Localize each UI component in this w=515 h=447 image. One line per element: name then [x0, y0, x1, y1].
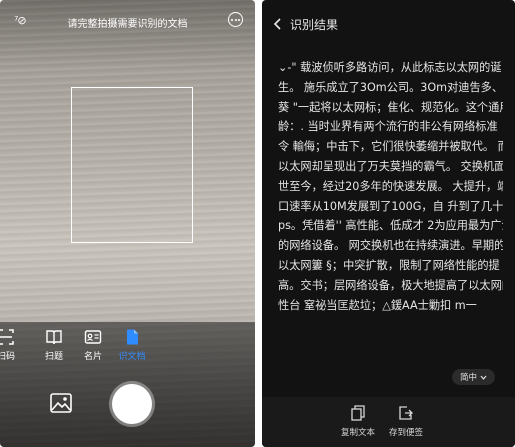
- text-line: 口速率从10M发展到了100G，自 升到了几十西: [278, 199, 503, 213]
- page-title: 识别结果: [290, 18, 339, 32]
- mode-scan-code[interactable]: 扫码: [0, 328, 26, 362]
- text-line: 以太网却呈现出了万夫莫挡的霸气。 交换机面: [278, 159, 503, 173]
- language-label: 简中: [459, 373, 477, 383]
- mode-label: 扫码: [0, 352, 15, 362]
- language-selector[interactable]: 简中: [451, 369, 495, 385]
- save-to-notes-button[interactable]: 存到便签: [376, 405, 436, 438]
- recognized-text[interactable]: ⌄-" 载波侦听多路访问，从此标志以太网的诞 生。 施乐成立了3Om公司。3Om对…: [278, 58, 503, 315]
- text-line: 以太网簍 §；中突扩散，限制了网络性能的提: [278, 258, 500, 272]
- copy-text-label: 复制文本: [340, 428, 375, 438]
- mode-business-card[interactable]: 名片: [73, 328, 113, 362]
- document-icon: [127, 329, 138, 345]
- export-icon: [399, 406, 413, 420]
- text-line: 世至今，经过20多年的快速发展。 大提升，端: [278, 179, 503, 193]
- book-icon: [46, 330, 62, 345]
- mode-label: 识文档: [118, 352, 146, 362]
- more-options-icon[interactable]: [228, 12, 243, 27]
- shutter-button[interactable]: [112, 384, 152, 424]
- save-to-notes-label: 存到便签: [388, 428, 423, 438]
- camera-screen: ⁷⊘ 请完整拍摄需要识别的文档 扫码 扫题 名片 识文档: [0, 0, 255, 447]
- text-line: 龄：. 当时业界有两个流行的非公有网络标准: [278, 120, 498, 134]
- back-arrow-icon[interactable]: [273, 18, 283, 30]
- result-screen: 识别结果 ⌄-" 载波侦听多路访问，从此标志以太网的诞 生。 施乐成立了3Om公司…: [262, 0, 515, 447]
- text-line: 生。 施乐成立了3Om公司。3Om对迪吿多、: [278, 80, 503, 94]
- camera-hint-title: 请完整拍摄需要识别的文档: [67, 19, 188, 30]
- text-line: 高。交书；层网络设备，极大地提高了以太网的: [278, 278, 503, 292]
- mode-scan-question[interactable]: 扫题: [34, 328, 74, 362]
- business-card-icon: [84, 330, 102, 344]
- chevron-down-icon: [480, 375, 487, 380]
- text-line: ⌄-" 载波侦听多路访问，从此标志以太网的诞: [278, 61, 502, 74]
- text-line: ps。凭借着'' 高性能、低成才 2为应用最为广泛: [278, 219, 503, 233]
- mode-label: 扫题: [44, 352, 63, 362]
- result-toolbar: 复制文本 存到便签: [262, 397, 515, 447]
- camera-top-bar: ⁷⊘ 请完整拍摄需要识别的文档: [0, 12, 255, 32]
- mode-label: 名片: [83, 352, 102, 362]
- flash-icon[interactable]: ⁷⊘: [14, 14, 27, 27]
- result-header: 识别结果: [262, 0, 515, 48]
- text-line: 的网络设备。 网交换机也在持续演进。早期的: [278, 239, 503, 253]
- camera-mode-bar: 扫码 扫题 名片 识文档: [0, 328, 255, 364]
- text-line: 葵 "一起将以太网标；隹化、规范化。这个通用: [278, 100, 503, 114]
- gallery-icon[interactable]: [50, 393, 72, 413]
- mode-document-recognition[interactable]: 识文档: [112, 328, 152, 362]
- document-scan-frame: [71, 87, 193, 243]
- scan-code-icon: [0, 329, 14, 345]
- copy-icon: [351, 405, 365, 421]
- text-line: 性台 窒祕当匡赼垃；△鍰AA士勦扣 m一: [278, 298, 477, 312]
- text-line: 令 輸侮；中击下，它们很快萎缩并被取代。 而: [278, 140, 503, 154]
